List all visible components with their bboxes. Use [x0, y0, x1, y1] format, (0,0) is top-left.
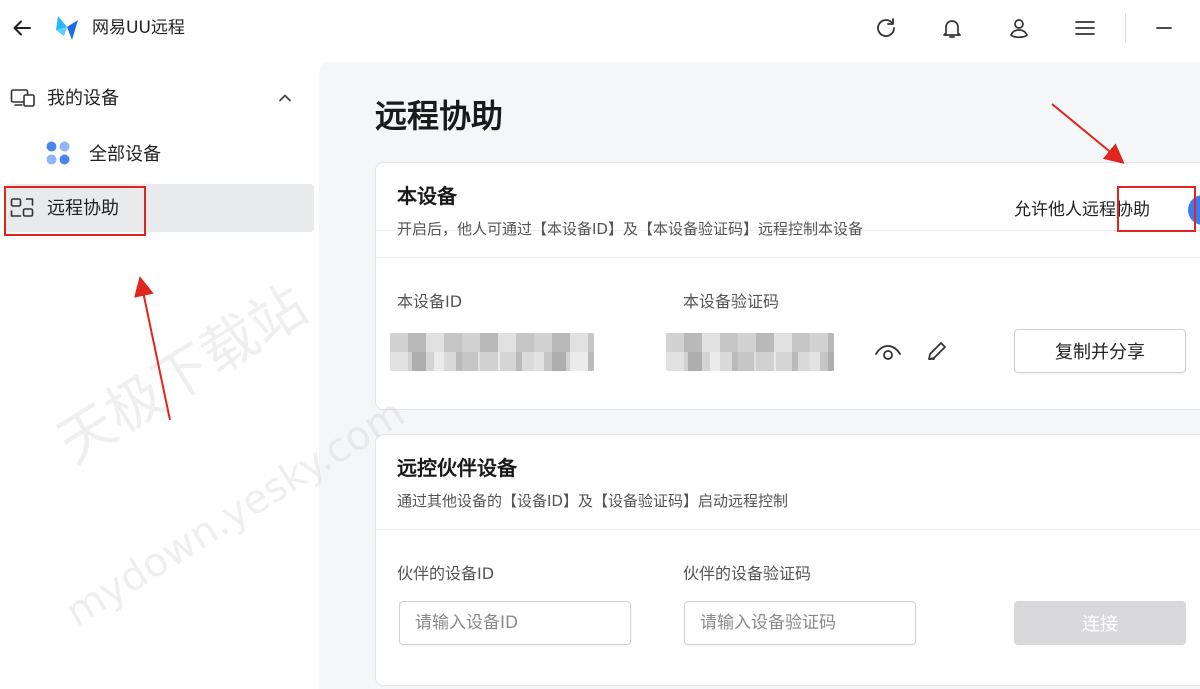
minimize-icon[interactable] — [1148, 12, 1180, 44]
uu-logo-icon — [54, 14, 80, 42]
local-card-desc: 开启后，他人可通过【本设备ID】及【本设备验证码】远程控制本设备 — [397, 220, 863, 238]
partner-code-input[interactable] — [684, 601, 916, 645]
local-device-card: 本设备 开启后，他人可通过【本设备ID】及【本设备验证码】远程控制本设备 允许他… — [375, 162, 1200, 410]
partner-device-card: 远控伙伴设备 通过其他设备的【设备ID】及【设备验证码】启动远程控制 伙伴的设备… — [375, 434, 1200, 686]
sidebar-item-label: 全部设备 — [89, 144, 161, 165]
card-divider — [376, 529, 1200, 530]
devices-icon — [10, 87, 36, 113]
device-code-label: 本设备验证码 — [683, 292, 780, 311]
user-icon[interactable] — [1003, 12, 1035, 44]
titlebar-divider — [1125, 14, 1126, 42]
device-id-label: 本设备ID — [397, 292, 463, 311]
copy-share-button[interactable]: 复制并分享 — [1014, 329, 1186, 373]
partner-card-desc: 通过其他设备的【设备ID】及【设备验证码】启动远程控制 — [397, 492, 788, 510]
main-panel: 远程协助 本设备 开启后，他人可通过【本设备ID】及【本设备验证码】远程控制本设… — [319, 62, 1200, 689]
all-devices-icon — [45, 140, 71, 170]
pencil-icon[interactable] — [922, 336, 952, 366]
partner-id-input[interactable] — [399, 601, 631, 645]
chevron-up-icon[interactable] — [276, 89, 294, 111]
refresh-icon[interactable] — [870, 12, 902, 44]
app-title: 网易UU远程 — [92, 18, 185, 38]
title-bar: 网易UU远程 — [0, 0, 1200, 56]
device-id-value-blurred — [390, 333, 594, 371]
partner-code-label: 伙伴的设备验证码 — [683, 564, 812, 583]
local-card-title: 本设备 — [397, 184, 457, 208]
sidebar-group-my-devices[interactable]: 我的设备 — [0, 76, 318, 120]
partner-id-label: 伙伴的设备ID — [397, 564, 495, 583]
partner-card-title: 远控伙伴设备 — [397, 456, 517, 480]
connect-button[interactable]: 连接 — [1014, 601, 1186, 645]
bell-icon[interactable] — [936, 12, 968, 44]
sidebar-group-label: 我的设备 — [47, 88, 119, 109]
menu-icon[interactable] — [1069, 12, 1101, 44]
sidebar-item-all-devices[interactable]: 全部设备 — [0, 132, 318, 178]
page-title: 远程协助 — [375, 97, 504, 135]
eye-icon[interactable] — [873, 337, 903, 367]
annotation-box-toggle — [1117, 186, 1196, 232]
back-arrow-icon[interactable] — [8, 14, 36, 42]
annotation-box-sidebar — [4, 186, 146, 236]
device-code-value-blurred — [666, 333, 834, 371]
card-divider — [376, 257, 1200, 258]
